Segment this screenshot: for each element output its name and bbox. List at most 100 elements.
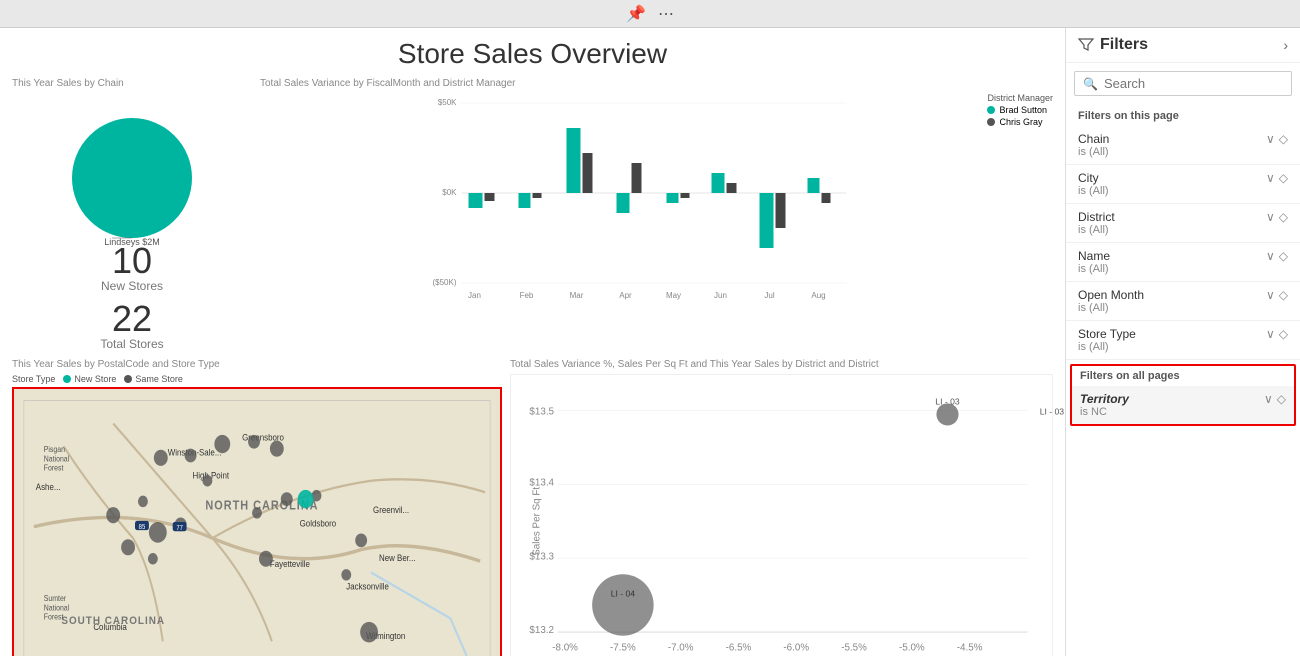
filter-city-controls[interactable]: ∨ ◇ <box>1266 171 1288 185</box>
new-stores-label: New Stores <box>101 279 163 293</box>
filter-name-controls[interactable]: ∨ ◇ <box>1266 249 1288 263</box>
scatter-chart-title: Total Sales Variance %, Sales Per Sq Ft … <box>510 359 1053 370</box>
search-input[interactable] <box>1104 76 1283 91</box>
filter-chain-controls[interactable]: ∨ ◇ <box>1266 132 1288 146</box>
filter-store-type-controls[interactable]: ∨ ◇ <box>1266 327 1288 341</box>
svg-text:Ashe...: Ashe... <box>36 481 61 492</box>
report-area: Store Sales Overview This Year Sales by … <box>0 28 1065 656</box>
svg-text:LI - 04: LI - 04 <box>611 588 636 598</box>
chevron-down-icon[interactable]: ∨ <box>1266 132 1275 146</box>
chevron-down-icon[interactable]: ∨ <box>1266 288 1275 302</box>
svg-text:$13.2: $13.2 <box>529 625 554 636</box>
pin-icon[interactable]: 📌 <box>626 4 646 24</box>
scatter-svg: $13.5 $13.4 $13.3 $13.2 -8.0% -7. <box>511 375 1052 656</box>
filter-item-name: Name is (All) ∨ ◇ <box>1066 243 1300 282</box>
filter-district-name: District <box>1078 210 1115 224</box>
total-stores-label: Total Stores <box>100 337 163 351</box>
chevron-down-icon[interactable]: ∨ <box>1264 392 1273 406</box>
clear-icon[interactable]: ◇ <box>1279 132 1288 146</box>
filter-district-value: is (All) <box>1078 224 1115 236</box>
top-bar: 📌 ⋯ <box>0 0 1300 28</box>
filter-territory-controls[interactable]: ∨ ◇ <box>1264 392 1286 406</box>
filter-item-territory: Territory is NC ∨ ◇ <box>1072 386 1294 424</box>
legend-name-chris: Chris Gray <box>999 117 1042 127</box>
store-type-label: Store Type <box>12 374 55 384</box>
chart-legend: District Manager Brad Sutton Chris Gray <box>987 93 1053 127</box>
variance-section: Total Sales Variance by FiscalMonth and … <box>260 78 1053 351</box>
filter-chain-text: Chain is (All) <box>1078 132 1109 158</box>
svg-text:-4.5%: -4.5% <box>957 642 983 653</box>
svg-text:Columbia: Columbia <box>93 621 127 632</box>
filter-name-value: is (All) <box>1078 263 1110 275</box>
chain-section: This Year Sales by Chain Lindseys $2M 10… <box>12 78 252 351</box>
legend-same-store: Same Store <box>124 374 183 384</box>
svg-text:-8.0%: -8.0% <box>552 642 578 653</box>
chevron-down-icon[interactable]: ∨ <box>1266 249 1275 263</box>
clear-icon[interactable]: ◇ <box>1279 288 1288 302</box>
chevron-down-icon[interactable]: ∨ <box>1266 210 1275 224</box>
filter-store-type-text: Store Type is (All) <box>1078 327 1136 353</box>
clear-icon[interactable]: ◇ <box>1277 392 1286 406</box>
more-icon[interactable]: ⋯ <box>658 4 674 24</box>
filter-item-district: District is (All) ∨ ◇ <box>1066 204 1300 243</box>
pie-chart: Lindseys $2M <box>42 93 222 253</box>
svg-text:Greenvil...: Greenvil... <box>373 504 409 515</box>
filter-open-month-name: Open Month <box>1078 288 1144 302</box>
map-legend: Store Type New Store Same Store <box>12 374 502 384</box>
svg-text:New Ber...: New Ber... <box>379 552 416 563</box>
svg-text:-5.0%: -5.0% <box>899 642 925 653</box>
svg-text:Pisgan: Pisgan <box>44 445 65 455</box>
svg-text:Jul: Jul <box>764 291 774 300</box>
bar-chart-svg: $50K $0K ($50K) <box>260 93 1053 293</box>
svg-text:-6.5%: -6.5% <box>726 642 752 653</box>
svg-text:-6.0%: -6.0% <box>783 642 809 653</box>
filters-panel: Filters › 🔍 Filters on this page Chain i… <box>1065 28 1300 656</box>
filter-item-city: City is (All) ∨ ◇ <box>1066 165 1300 204</box>
upper-section: This Year Sales by Chain Lindseys $2M 10… <box>12 78 1053 351</box>
filter-name-name: Name <box>1078 249 1110 263</box>
svg-text:85: 85 <box>139 524 146 531</box>
clear-icon[interactable]: ◇ <box>1279 249 1288 263</box>
chevron-down-icon[interactable]: ∨ <box>1266 171 1275 185</box>
legend-dot-chris <box>987 118 995 126</box>
filter-territory-name: Territory <box>1080 392 1129 406</box>
variance-chart-title: Total Sales Variance by FiscalMonth and … <box>260 78 1053 89</box>
legend-chris: Chris Gray <box>987 117 1053 127</box>
svg-text:$13.5: $13.5 <box>529 406 554 417</box>
scatter-chart-container: $13.5 $13.4 $13.3 $13.2 -8.0% -7. <box>510 374 1053 656</box>
svg-text:LI - 03: LI - 03 <box>935 397 960 407</box>
clear-icon[interactable]: ◇ <box>1279 210 1288 224</box>
svg-text:Goldsboro: Goldsboro <box>300 518 337 529</box>
main-content: Store Sales Overview This Year Sales by … <box>0 28 1300 656</box>
search-box[interactable]: 🔍 <box>1074 71 1292 96</box>
top-bar-icons: 📌 ⋯ <box>626 4 674 24</box>
filters-expand-button[interactable]: › <box>1283 37 1288 53</box>
legend-dot-brad <box>987 106 995 114</box>
clear-icon[interactable]: ◇ <box>1279 171 1288 185</box>
filter-item-chain: Chain is (All) ∨ ◇ <box>1066 126 1300 165</box>
svg-text:Jan: Jan <box>468 291 481 300</box>
report-title: Store Sales Overview <box>12 38 1053 70</box>
search-icon: 🔍 <box>1083 77 1098 91</box>
svg-text:-7.0%: -7.0% <box>668 642 694 653</box>
filter-open-month-controls[interactable]: ∨ ◇ <box>1266 288 1288 302</box>
scatter-section: Total Sales Variance %, Sales Per Sq Ft … <box>510 359 1053 656</box>
filter-name-text: Name is (All) <box>1078 249 1110 275</box>
svg-text:Forest: Forest <box>44 463 65 473</box>
map-container: NORTH CAROLINA SOUTH CAROLINA Winston-Sa… <box>12 387 502 656</box>
legend-name-brad: Brad Sutton <box>999 105 1047 115</box>
filter-icon <box>1078 37 1094 53</box>
svg-text:$50K: $50K <box>438 98 457 107</box>
clear-icon[interactable]: ◇ <box>1279 327 1288 341</box>
legend-brad: Brad Sutton <box>987 105 1053 115</box>
filter-item-store-type: Store Type is (All) ∨ ◇ <box>1066 321 1300 360</box>
svg-text:Feb: Feb <box>520 291 534 300</box>
filters-title: Filters <box>1078 36 1148 54</box>
filter-district-controls[interactable]: ∨ ◇ <box>1266 210 1288 224</box>
svg-text:LI - 03: LI - 03 <box>1040 406 1065 416</box>
filter-open-month-text: Open Month is (All) <box>1078 288 1144 314</box>
chain-section-label: This Year Sales by Chain <box>12 78 252 89</box>
filter-city-text: City is (All) <box>1078 171 1109 197</box>
filter-territory-text: Territory is NC <box>1080 392 1129 418</box>
chevron-down-icon[interactable]: ∨ <box>1266 327 1275 341</box>
